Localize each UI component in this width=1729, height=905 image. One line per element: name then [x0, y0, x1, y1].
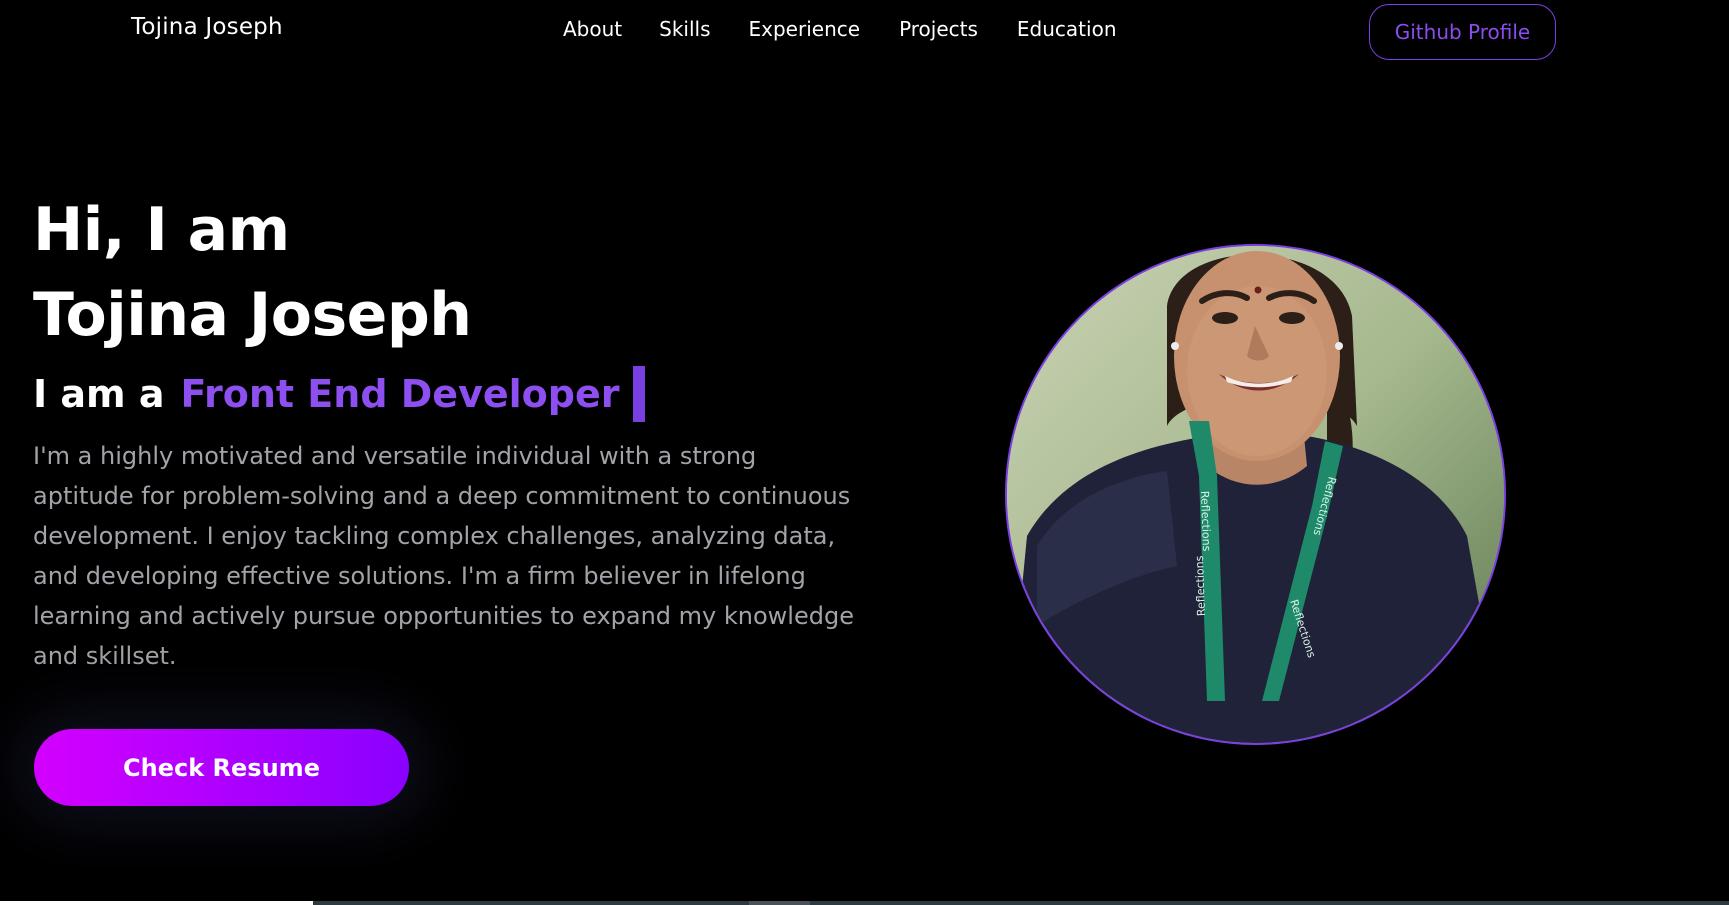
nav-links: About Skills Experience Projects Educati…: [563, 17, 1117, 41]
nav-link-about[interactable]: About: [563, 17, 622, 41]
profile-photo-illustration: Reflections Reflections Reflections Refl…: [1007, 246, 1504, 743]
hero-greeting: Hi, I am: [33, 195, 290, 265]
horizontal-scrollbar[interactable]: [0, 901, 1729, 905]
scroll-indicator-active: [0, 901, 313, 905]
role-prefix: I am a: [33, 372, 165, 416]
hero-title: Hi, I am Tojina Joseph: [33, 188, 472, 358]
brand-name[interactable]: Tojina Joseph: [131, 14, 283, 40]
typing-cursor: [633, 366, 646, 422]
navbar: Tojina Joseph About Skills Experience Pr…: [0, 0, 1729, 64]
nav-link-skills[interactable]: Skills: [659, 17, 710, 41]
nav-link-projects[interactable]: Projects: [899, 17, 978, 41]
github-profile-button[interactable]: Github Profile: [1369, 4, 1556, 60]
lanyard-text-1: Reflections: [1198, 491, 1213, 552]
profile-photo: Reflections Reflections Reflections Refl…: [1005, 244, 1506, 745]
role-line: I am a Front End Developer: [33, 366, 646, 422]
nav-link-experience[interactable]: Experience: [749, 17, 861, 41]
nav-link-education[interactable]: Education: [1017, 17, 1117, 41]
lanyard-text-2: Reflections: [1193, 555, 1208, 616]
check-resume-button[interactable]: Check Resume: [34, 729, 409, 806]
hero-name: Tojina Joseph: [33, 280, 472, 350]
scroll-indicator-segment: [749, 901, 810, 905]
bio-paragraph: I'm a highly motivated and versatile ind…: [33, 442, 854, 670]
role-typewriter-text: Front End Developer: [180, 372, 620, 416]
